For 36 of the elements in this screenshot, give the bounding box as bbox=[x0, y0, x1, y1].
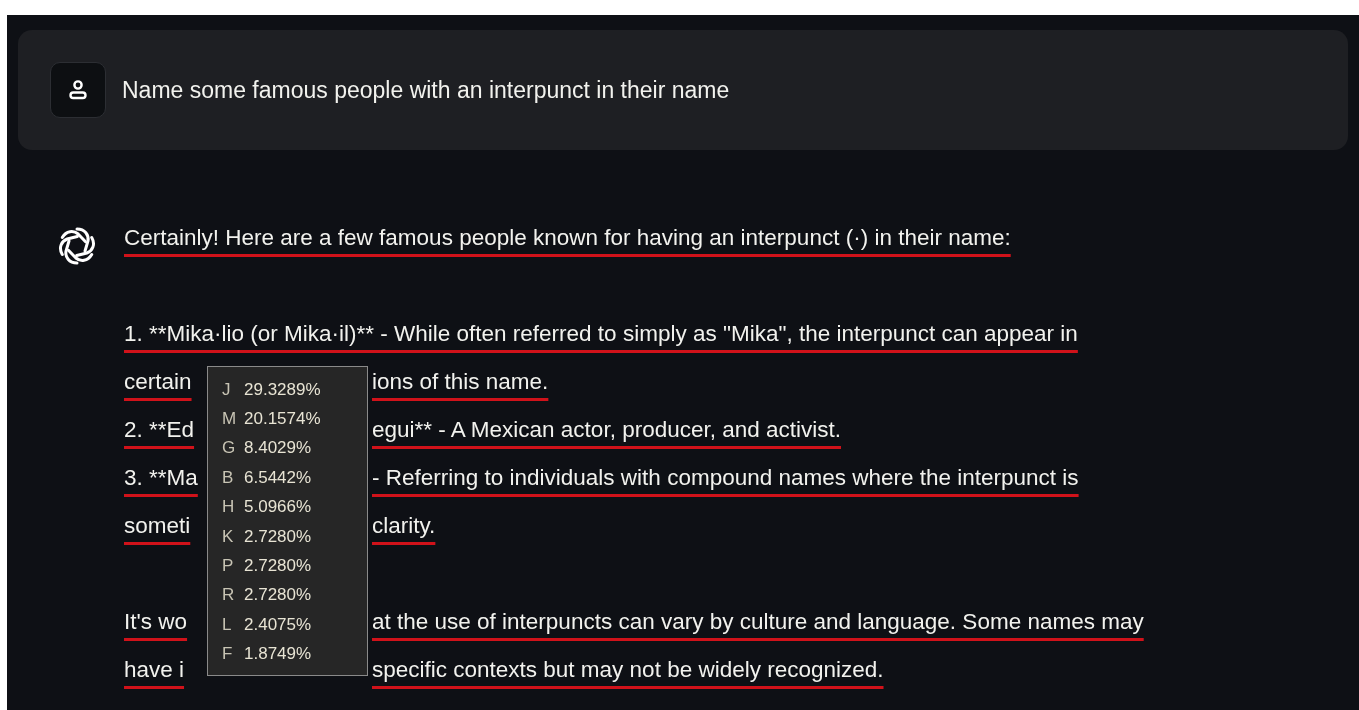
token-letter: R bbox=[222, 585, 235, 606]
response-text-line: Certainly! Here are a few famous people known for having an interpunct (·) in their name: bbox=[124, 224, 1011, 252]
response-text-fragment: - Referring to individuals with compound names where the interpunct is bbox=[372, 464, 1079, 492]
probability-value: 2.7280% bbox=[244, 585, 312, 606]
response-text-fragment: specific contexts but may not be widely recognized. bbox=[372, 656, 884, 684]
token-letter: J bbox=[222, 379, 232, 400]
response-text-fragment: ions of this name. bbox=[372, 368, 549, 396]
probability-value: 20.1574% bbox=[244, 409, 321, 430]
response-text-fragment: certain bbox=[124, 369, 192, 394]
token-letter: M bbox=[222, 409, 235, 430]
probability-value: 2.7280% bbox=[244, 526, 312, 547]
response-text-fragment: clarity. bbox=[372, 512, 436, 540]
probability-value: 29.3289% bbox=[244, 379, 321, 400]
token-letter: L bbox=[222, 614, 233, 635]
response-text-fragment: at the use of interpuncts can vary by culture and language. Some names may bbox=[372, 608, 1144, 636]
probability-value: 2.4075% bbox=[244, 614, 312, 635]
token-letter: G bbox=[222, 438, 235, 459]
probability-value: 2.7280% bbox=[244, 556, 312, 577]
response-text-fragment: egui** - A Mexican actor, producer, and activist. bbox=[372, 416, 841, 444]
token-letter: B bbox=[222, 467, 235, 488]
probability-value: 5.0966% bbox=[244, 497, 312, 518]
user-avatar-icon bbox=[50, 62, 106, 118]
response-text-fragment: someti bbox=[124, 513, 191, 538]
user-message-text: Name some famous people with an interpunct in their name bbox=[122, 76, 730, 104]
response-text-fragment: It's wo bbox=[124, 609, 188, 634]
response-text-fragment: 3. **Ma bbox=[124, 465, 198, 490]
response-text-fragment: 2. **Ed bbox=[124, 417, 195, 442]
probability-value: 6.5442% bbox=[244, 467, 312, 488]
probability-value: 1.8749% bbox=[244, 644, 312, 665]
token-letter: P bbox=[222, 556, 235, 577]
token-letter: H bbox=[222, 497, 235, 518]
response-text-fragment: have i bbox=[124, 657, 185, 682]
token-letter: K bbox=[222, 526, 235, 547]
response-text-line: 1. **Mika·lio (or Mika·il)** - While often referred to simply as "Mika", the interpunct can appear in bbox=[124, 320, 1078, 348]
token-letter: F bbox=[222, 644, 234, 665]
probability-value: 8.4029% bbox=[244, 438, 312, 459]
